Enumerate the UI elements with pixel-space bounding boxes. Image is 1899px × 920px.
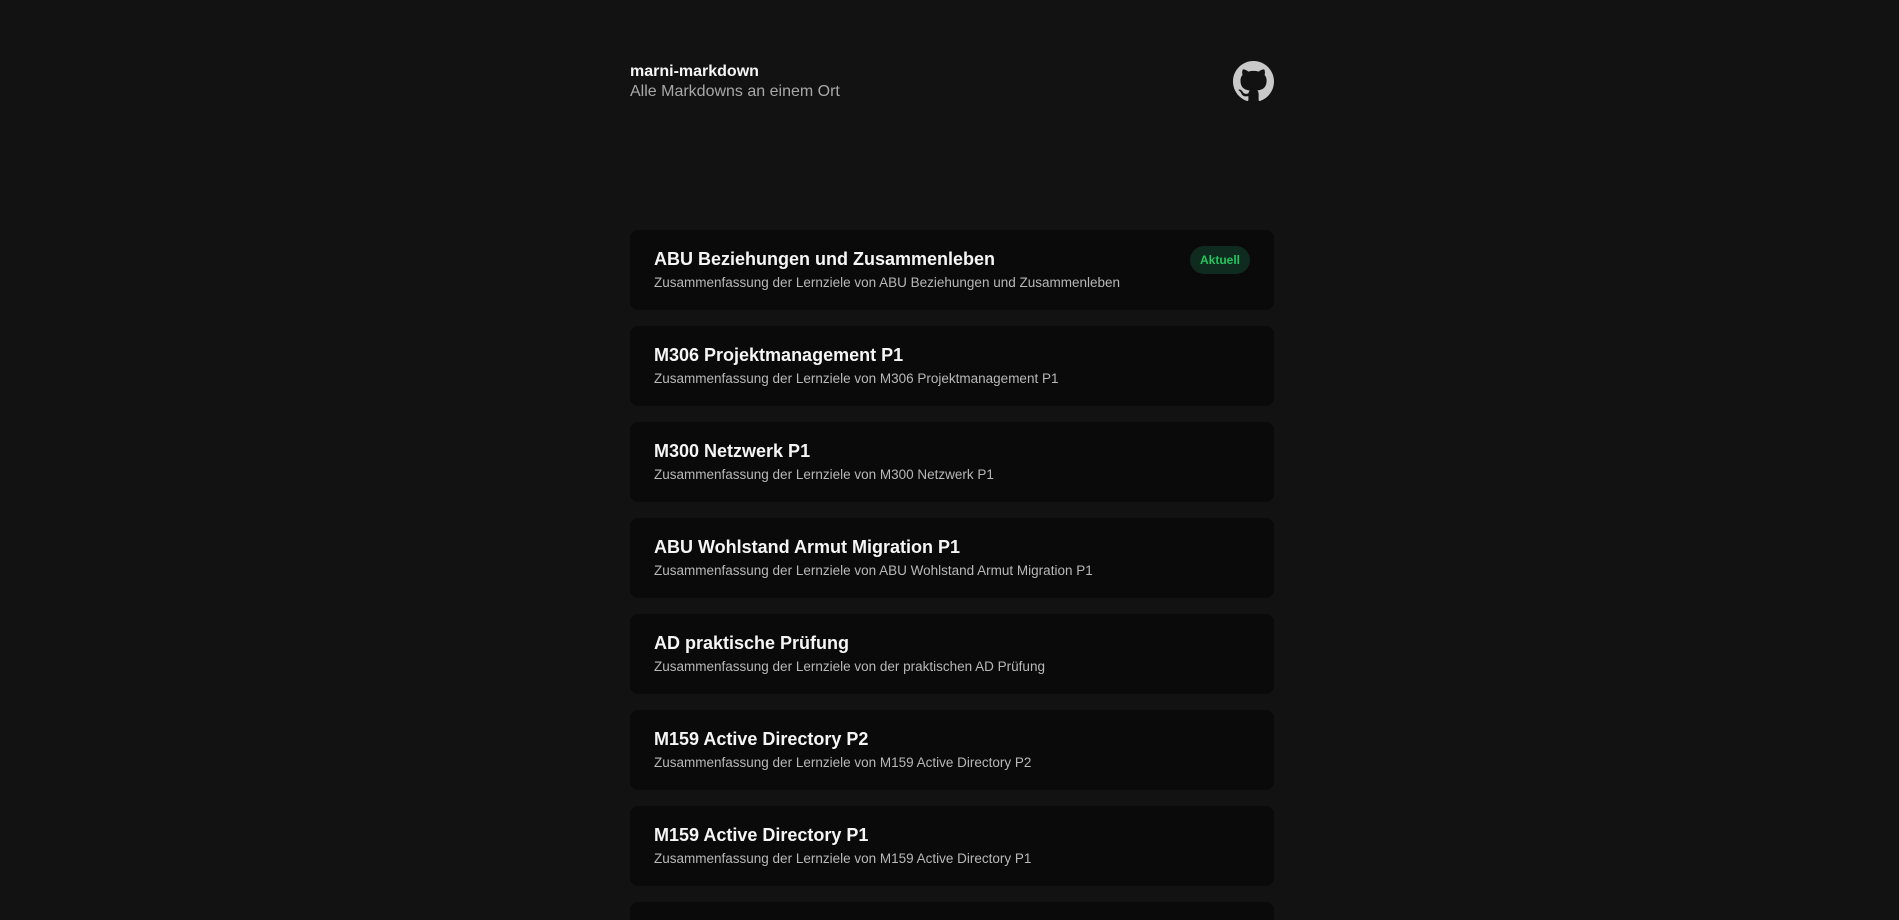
card-title: M159 Active Directory P1 bbox=[654, 825, 869, 845]
markdown-card[interactable]: M306 Projektmanagement P1 Zusammenfassun… bbox=[630, 326, 1274, 406]
card-title: AD praktische Prüfung bbox=[654, 633, 850, 653]
markdown-card[interactable]: ABU Wohlstand Armut Migration P1 Zusamme… bbox=[630, 518, 1274, 598]
site-header: marni-markdown Alle Markdowns an einem O… bbox=[630, 61, 1274, 112]
markdown-card[interactable] bbox=[630, 902, 1274, 920]
github-icon bbox=[1233, 61, 1274, 101]
card-title: M306 Projektmanagement P1 bbox=[654, 345, 904, 365]
site-subtitle: Alle Markdowns an einem Ort bbox=[630, 83, 840, 100]
card-description: Zusammenfassung der Lernziele von M300 N… bbox=[654, 467, 994, 482]
card-description: Zusammenfassung der Lernziele von M159 A… bbox=[654, 851, 1032, 866]
page: marni-markdown Alle Markdowns an einem O… bbox=[0, 0, 1899, 920]
markdown-card[interactable]: M159 Active Directory P1 Zusammenfassung… bbox=[630, 806, 1274, 886]
card-title: ABU Beziehungen und Zusammenleben bbox=[654, 249, 996, 269]
card-title: ABU Wohlstand Armut Migration P1 bbox=[654, 537, 960, 557]
markdown-card[interactable]: ABU Beziehungen und Zusammenleben Zusamm… bbox=[630, 230, 1274, 310]
card-title: M159 Active Directory P2 bbox=[654, 729, 869, 749]
site-title[interactable]: marni-markdown bbox=[630, 62, 1274, 82]
card-description: Zusammenfassung der Lernziele von M159 A… bbox=[654, 755, 1032, 770]
github-link[interactable] bbox=[1233, 61, 1274, 102]
card-title: M300 Netzwerk P1 bbox=[654, 441, 811, 461]
markdown-card[interactable]: AD praktische Prüfung Zusammenfassung de… bbox=[630, 614, 1274, 694]
markdown-card[interactable]: M300 Netzwerk P1 Zusammenfassung der Ler… bbox=[630, 422, 1274, 502]
markdown-list: ABU Beziehungen und Zusammenleben Zusamm… bbox=[630, 230, 1274, 920]
card-description: Zusammenfassung der Lernziele von M306 P… bbox=[654, 371, 1059, 386]
card-description: Zusammenfassung der Lernziele von ABU Be… bbox=[654, 275, 1121, 290]
card-description: Zusammenfassung der Lernziele von ABU Wo… bbox=[654, 563, 1093, 578]
current-badge: Aktuell bbox=[1189, 246, 1250, 274]
card-description: Zusammenfassung der Lernziele von der pr… bbox=[654, 659, 1045, 674]
markdown-card[interactable]: M159 Active Directory P2 Zusammenfassung… bbox=[630, 710, 1274, 790]
